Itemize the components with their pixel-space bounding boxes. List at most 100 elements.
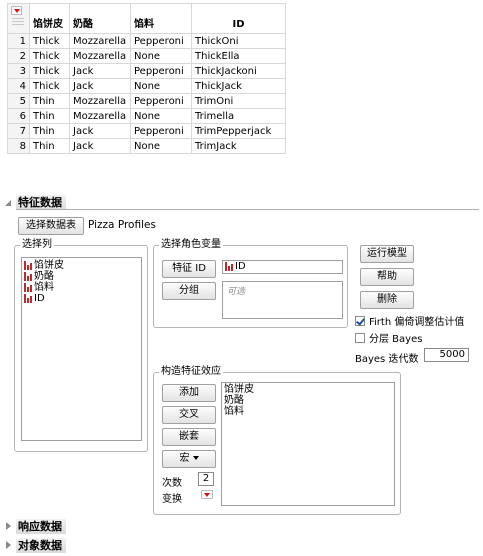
group-placeholder: 可选 xyxy=(227,287,246,297)
cell-crust[interactable]: Thin xyxy=(29,138,70,154)
firth-checkbox[interactable] xyxy=(355,316,365,326)
row-number[interactable]: 2 xyxy=(7,48,30,64)
nominal-icon xyxy=(24,294,32,303)
table-row[interactable]: 6 Thin Mozzarella None Trimella xyxy=(7,108,286,124)
group-button[interactable]: 分组 xyxy=(162,282,216,300)
col-header-topping[interactable]: 馅料 xyxy=(130,3,192,34)
response-title: 响应数据 xyxy=(16,519,66,534)
cell-crust[interactable]: Thick xyxy=(29,78,70,94)
cell-topping[interactable]: Pepperoni xyxy=(130,63,192,79)
cell-cheese[interactable]: Jack xyxy=(69,123,131,139)
col-header-crust[interactable]: 馅饼皮 xyxy=(29,3,70,34)
features-title: 特征数据 xyxy=(16,195,66,210)
cell-id[interactable]: Trimella xyxy=(191,108,286,124)
select-columns-group: 选择列 馅饼皮 奶酪 馅料 ID xyxy=(14,239,148,452)
bayes-checkbox[interactable] xyxy=(355,333,365,343)
macros-button[interactable]: 宏 xyxy=(162,450,216,468)
degree-input[interactable]: 2 xyxy=(198,472,214,486)
row-number[interactable]: 4 xyxy=(7,78,30,94)
table-header-row: 馅饼皮 奶酪 馅料 ID xyxy=(7,3,286,34)
effect-item[interactable]: 奶酪 xyxy=(222,395,394,406)
effect-item[interactable]: 馅饼皮 xyxy=(222,384,394,395)
cell-topping[interactable]: Pepperoni xyxy=(130,33,192,49)
cell-crust[interactable]: Thin xyxy=(29,108,70,124)
column-list[interactable]: 馅饼皮 奶酪 馅料 ID xyxy=(21,257,142,441)
remove-button[interactable]: 删除 xyxy=(360,291,414,309)
cell-cheese[interactable]: Mozzarella xyxy=(69,33,131,49)
firth-checkbox-row[interactable]: Firth 偏倚调整估计值 xyxy=(355,316,464,328)
table-row[interactable]: 2 Thick Mozzarella None ThickElla xyxy=(7,48,286,64)
cell-id[interactable]: ThickElla xyxy=(191,48,286,64)
disclosure-closed-icon[interactable] xyxy=(6,541,11,549)
subject-outline-header[interactable]: 对象数据 xyxy=(4,538,479,553)
cell-crust[interactable]: Thin xyxy=(29,123,70,139)
bayes-checkbox-row[interactable]: 分层 Bayes xyxy=(355,333,422,345)
cell-topping[interactable]: None xyxy=(130,78,192,94)
row-number[interactable]: 1 xyxy=(7,33,30,49)
row-number[interactable]: 5 xyxy=(7,93,30,109)
cell-id[interactable]: ThickJackoni xyxy=(191,63,286,79)
cell-topping[interactable]: None xyxy=(130,48,192,64)
nominal-icon xyxy=(24,261,32,270)
effects-list[interactable]: 馅饼皮 奶酪 馅料 xyxy=(221,382,395,506)
nest-button[interactable]: 嵌套 xyxy=(162,428,216,446)
cell-topping[interactable]: Pepperoni xyxy=(130,123,192,139)
cell-cheese[interactable]: Mozzarella xyxy=(69,48,131,64)
cell-crust[interactable]: Thick xyxy=(29,33,70,49)
cell-cheese[interactable]: Jack xyxy=(69,63,131,79)
cell-cheese[interactable]: Jack xyxy=(69,138,131,154)
disclosure-closed-icon[interactable] xyxy=(6,522,11,530)
cell-id[interactable]: TrimOni xyxy=(191,93,286,109)
list-item[interactable]: ID xyxy=(22,293,141,304)
table-row[interactable]: 5 Thin Mozzarella Pepperoni TrimOni xyxy=(7,93,286,109)
response-outline-header[interactable]: 响应数据 xyxy=(4,519,479,534)
table-menu-icon[interactable] xyxy=(11,6,22,15)
row-number[interactable]: 6 xyxy=(7,108,30,124)
cell-crust[interactable]: Thick xyxy=(29,48,70,64)
cell-cheese[interactable]: Mozzarella xyxy=(69,108,131,124)
list-item[interactable]: 奶酪 xyxy=(22,271,141,282)
list-item[interactable]: ID xyxy=(223,261,342,272)
cell-cheese[interactable]: Mozzarella xyxy=(69,93,131,109)
cell-crust[interactable]: Thick xyxy=(29,63,70,79)
feature-id-list[interactable]: ID xyxy=(222,260,343,274)
cell-crust[interactable]: Thin xyxy=(29,93,70,109)
transform-menu-icon[interactable] xyxy=(201,490,213,499)
table-row[interactable]: 4 Thick Jack None ThickJack xyxy=(7,78,286,94)
cross-button[interactable]: 交叉 xyxy=(162,406,216,424)
row-number[interactable]: 3 xyxy=(7,63,30,79)
disclosure-open-icon[interactable] xyxy=(5,200,11,206)
add-button[interactable]: 添加 xyxy=(162,384,216,402)
cell-topping[interactable]: None xyxy=(130,108,192,124)
cell-id[interactable]: ThickOni xyxy=(191,33,286,49)
bayes-iterations-input[interactable]: 5000 xyxy=(424,348,469,362)
cell-cheese[interactable]: Jack xyxy=(69,78,131,94)
column-name: 馅料 xyxy=(34,282,54,293)
column-name: ID xyxy=(34,293,45,304)
group-list[interactable]: 可选 xyxy=(222,281,343,319)
row-number[interactable]: 7 xyxy=(7,123,30,139)
table-row[interactable]: 8 Thin Jack None TrimJack xyxy=(7,138,286,154)
cell-id[interactable]: TrimJack xyxy=(191,138,286,154)
table-corner[interactable] xyxy=(7,3,30,34)
cell-topping[interactable]: Pepperoni xyxy=(130,93,192,109)
row-number[interactable]: 8 xyxy=(7,138,30,154)
help-button[interactable]: 帮助 xyxy=(360,268,414,286)
table-row[interactable]: 7 Thin Jack Pepperoni TrimPepperjack xyxy=(7,123,286,139)
effect-item[interactable]: 馅料 xyxy=(222,406,394,417)
run-model-button[interactable]: 运行模型 xyxy=(360,245,414,263)
cell-id[interactable]: TrimPepperjack xyxy=(191,123,286,139)
list-item[interactable]: 馅料 xyxy=(22,282,141,293)
select-table-button[interactable]: 选择数据表 xyxy=(18,217,84,235)
firth-label: Firth 偏倚调整估计值 xyxy=(369,317,465,328)
col-header-cheese[interactable]: 奶酪 xyxy=(69,3,131,34)
col-header-id[interactable]: ID xyxy=(191,3,286,34)
list-item[interactable]: 馅饼皮 xyxy=(22,260,141,271)
table-row[interactable]: 3 Thick Jack Pepperoni ThickJackoni xyxy=(7,63,286,79)
cell-topping[interactable]: None xyxy=(130,138,192,154)
feature-id-button[interactable]: 特征 ID xyxy=(162,260,216,278)
bayes-iterations-label: Bayes 迭代数 xyxy=(355,354,419,365)
features-outline-header[interactable]: 特征数据 xyxy=(4,195,479,210)
table-row[interactable]: 1 Thick Mozzarella Pepperoni ThickOni xyxy=(7,33,286,49)
cell-id[interactable]: ThickJack xyxy=(191,78,286,94)
